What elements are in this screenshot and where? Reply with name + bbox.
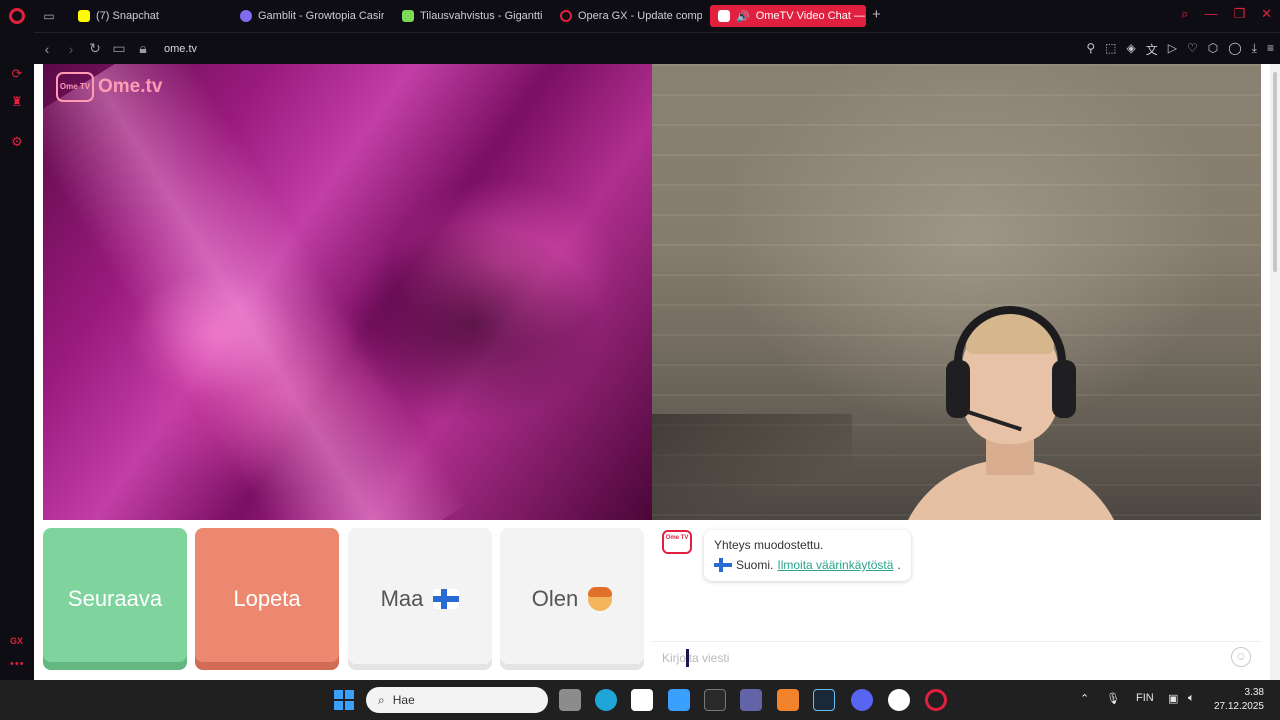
affinity-icon[interactable] — [777, 689, 799, 711]
browser-tab-strip: ▭ (7) Snapchat Gamblit - Growtopia Casin… — [0, 0, 1280, 32]
chat-input-row: ☺ — [652, 641, 1261, 672]
ometv-logo[interactable]: Ome TV Ome.tv — [56, 72, 162, 102]
own-camera-video — [652, 64, 1261, 520]
steam-icon[interactable] — [813, 689, 835, 711]
network-icon[interactable]: ▣ — [1168, 692, 1178, 705]
tab-opera-update[interactable]: Opera GX - Update compl — [552, 5, 702, 27]
text-cursor-icon — [686, 649, 689, 667]
obs-icon[interactable] — [888, 689, 910, 711]
back-button[interactable]: ‹ — [36, 41, 58, 57]
gigantti-icon — [402, 10, 414, 22]
stranger-video — [43, 64, 652, 520]
opera-gx-menu-icon[interactable] — [0, 0, 34, 32]
chat-message-input[interactable] — [662, 648, 1222, 668]
settings-icon[interactable]: ⚙ — [9, 134, 25, 150]
translate-icon[interactable]: 文 — [1146, 41, 1158, 58]
tab-gamblit[interactable]: Gamblit - Growtopia Casin — [232, 5, 384, 27]
sidebar-more-icon[interactable]: ••• — [10, 658, 25, 670]
lock-icon[interactable]: 🔒︎ — [132, 40, 154, 57]
ometv-tab-icon — [718, 10, 730, 22]
windows-start-icon[interactable] — [334, 690, 354, 710]
search-tabs-icon[interactable]: ⌕ — [1181, 6, 1188, 22]
finland-flag-icon — [714, 558, 732, 572]
snapshot-icon[interactable]: ⬚ — [1105, 41, 1116, 58]
send-icon[interactable]: ▷ — [1168, 41, 1177, 58]
forward-button[interactable]: › — [60, 41, 82, 57]
opera-gx-taskbar-icon[interactable] — [925, 689, 947, 711]
tab-audio-icon[interactable]: 🔊 — [736, 10, 750, 23]
boy-emoji-icon — [588, 587, 613, 611]
pin-icon[interactable]: ⚲ — [1086, 41, 1095, 58]
gamblit-icon — [240, 10, 252, 22]
teams-icon[interactable] — [740, 689, 762, 711]
adblock-icon[interactable]: ◈ — [1127, 41, 1136, 58]
camera-icon[interactable]: ▭ — [108, 40, 130, 57]
download-icon[interactable]: ⤓ — [1252, 41, 1257, 58]
file-explorer-icon[interactable] — [559, 689, 581, 711]
edge-icon[interactable] — [595, 689, 617, 711]
chat-panel: Ome TV Yhteys muodostettu. Suomi. Ilmoit… — [652, 520, 1261, 672]
reload-button[interactable]: ↻ — [84, 40, 106, 57]
taskbar-clock[interactable]: 3.38 27.12.2025 — [1214, 686, 1264, 714]
language-indicator[interactable]: FIN — [1136, 692, 1154, 704]
profile-icon[interactable]: ◯ — [1228, 41, 1241, 58]
store-icon[interactable] — [631, 689, 653, 711]
ometv-avatar-icon: Ome TV — [662, 530, 692, 554]
connected-message: Yhteys muodostettu. — [714, 538, 824, 552]
ometv-logo-icon: Ome TV — [56, 72, 94, 102]
tab-snapchat[interactable]: (7) Snapchat — [70, 5, 220, 27]
volume-icon[interactable]: 🔈︎ — [1188, 692, 1195, 705]
emoji-picker-icon[interactable]: ☺ — [1231, 647, 1251, 667]
close-window-button[interactable]: ✕ — [1261, 6, 1272, 22]
epic-games-icon[interactable] — [704, 689, 726, 711]
url-field[interactable]: ome.tv — [164, 43, 197, 55]
tab-ometv[interactable]: 🔊 OmeTV Video Chat — — [710, 5, 866, 27]
country-label: Suomi. — [736, 558, 774, 572]
finland-flag-icon — [433, 589, 460, 609]
gx-control-icon[interactable]: ⟳ — [9, 66, 25, 82]
menu-icon[interactable]: ≡ — [1267, 41, 1274, 58]
stop-button[interactable]: Lopeta — [195, 528, 339, 670]
microphone-icon[interactable]: 🎙︎ — [1106, 692, 1120, 705]
opera-sidebar: ⟳ ♜ ⚙ GX ••• — [0, 32, 34, 680]
gx-corner-icon[interactable]: ♜ — [9, 94, 25, 110]
heart-icon[interactable]: ♡ — [1187, 41, 1198, 58]
taskbar-search[interactable]: ⌕ Hae — [366, 687, 548, 713]
windows-taskbar: ⌕ Hae ⌃ 🎙︎ FIN ▣ 🔈︎ 3.38 27.12.2025 — [0, 680, 1280, 720]
report-abuse-link[interactable]: Ilmoita väärinkäytöstä — [777, 555, 893, 575]
new-tab-button[interactable]: + — [872, 6, 881, 23]
opera-icon — [560, 10, 572, 22]
page-scrollbar[interactable] — [1270, 64, 1280, 680]
extensions-icon[interactable]: ⬡ — [1208, 41, 1218, 58]
system-message: Yhteys muodostettu. Suomi. Ilmoita vääri… — [704, 530, 911, 581]
photos-icon[interactable] — [668, 689, 690, 711]
workspaces-icon[interactable]: ▭ — [34, 0, 64, 32]
webcam-person — [896, 300, 1126, 520]
gender-select-button[interactable]: Olen — [500, 528, 644, 670]
tab-gigantti[interactable]: Tilausvahvistus - Gigantti — [394, 5, 542, 27]
gx-label: GX — [10, 636, 24, 646]
maximize-button[interactable]: ❐ — [1233, 6, 1245, 22]
tray-overflow-icon[interactable]: ⌃ — [1080, 692, 1089, 705]
discord-icon[interactable] — [851, 689, 873, 711]
snapchat-icon — [78, 10, 90, 22]
window-controls: ⌕ — ❐ ✕ — [1181, 6, 1272, 22]
next-button[interactable]: Seuraava — [43, 528, 187, 670]
country-select-button[interactable]: Maa — [348, 528, 492, 670]
address-bar: ‹ › ↻ ▭ 🔒︎ ome.tv ⚲ ⬚ ◈ 文 ▷ ♡ ⬡ ◯ ⤓ ≡ — [34, 32, 1280, 64]
search-icon: ⌕ — [378, 692, 385, 707]
minimize-button[interactable]: — — [1204, 6, 1217, 22]
